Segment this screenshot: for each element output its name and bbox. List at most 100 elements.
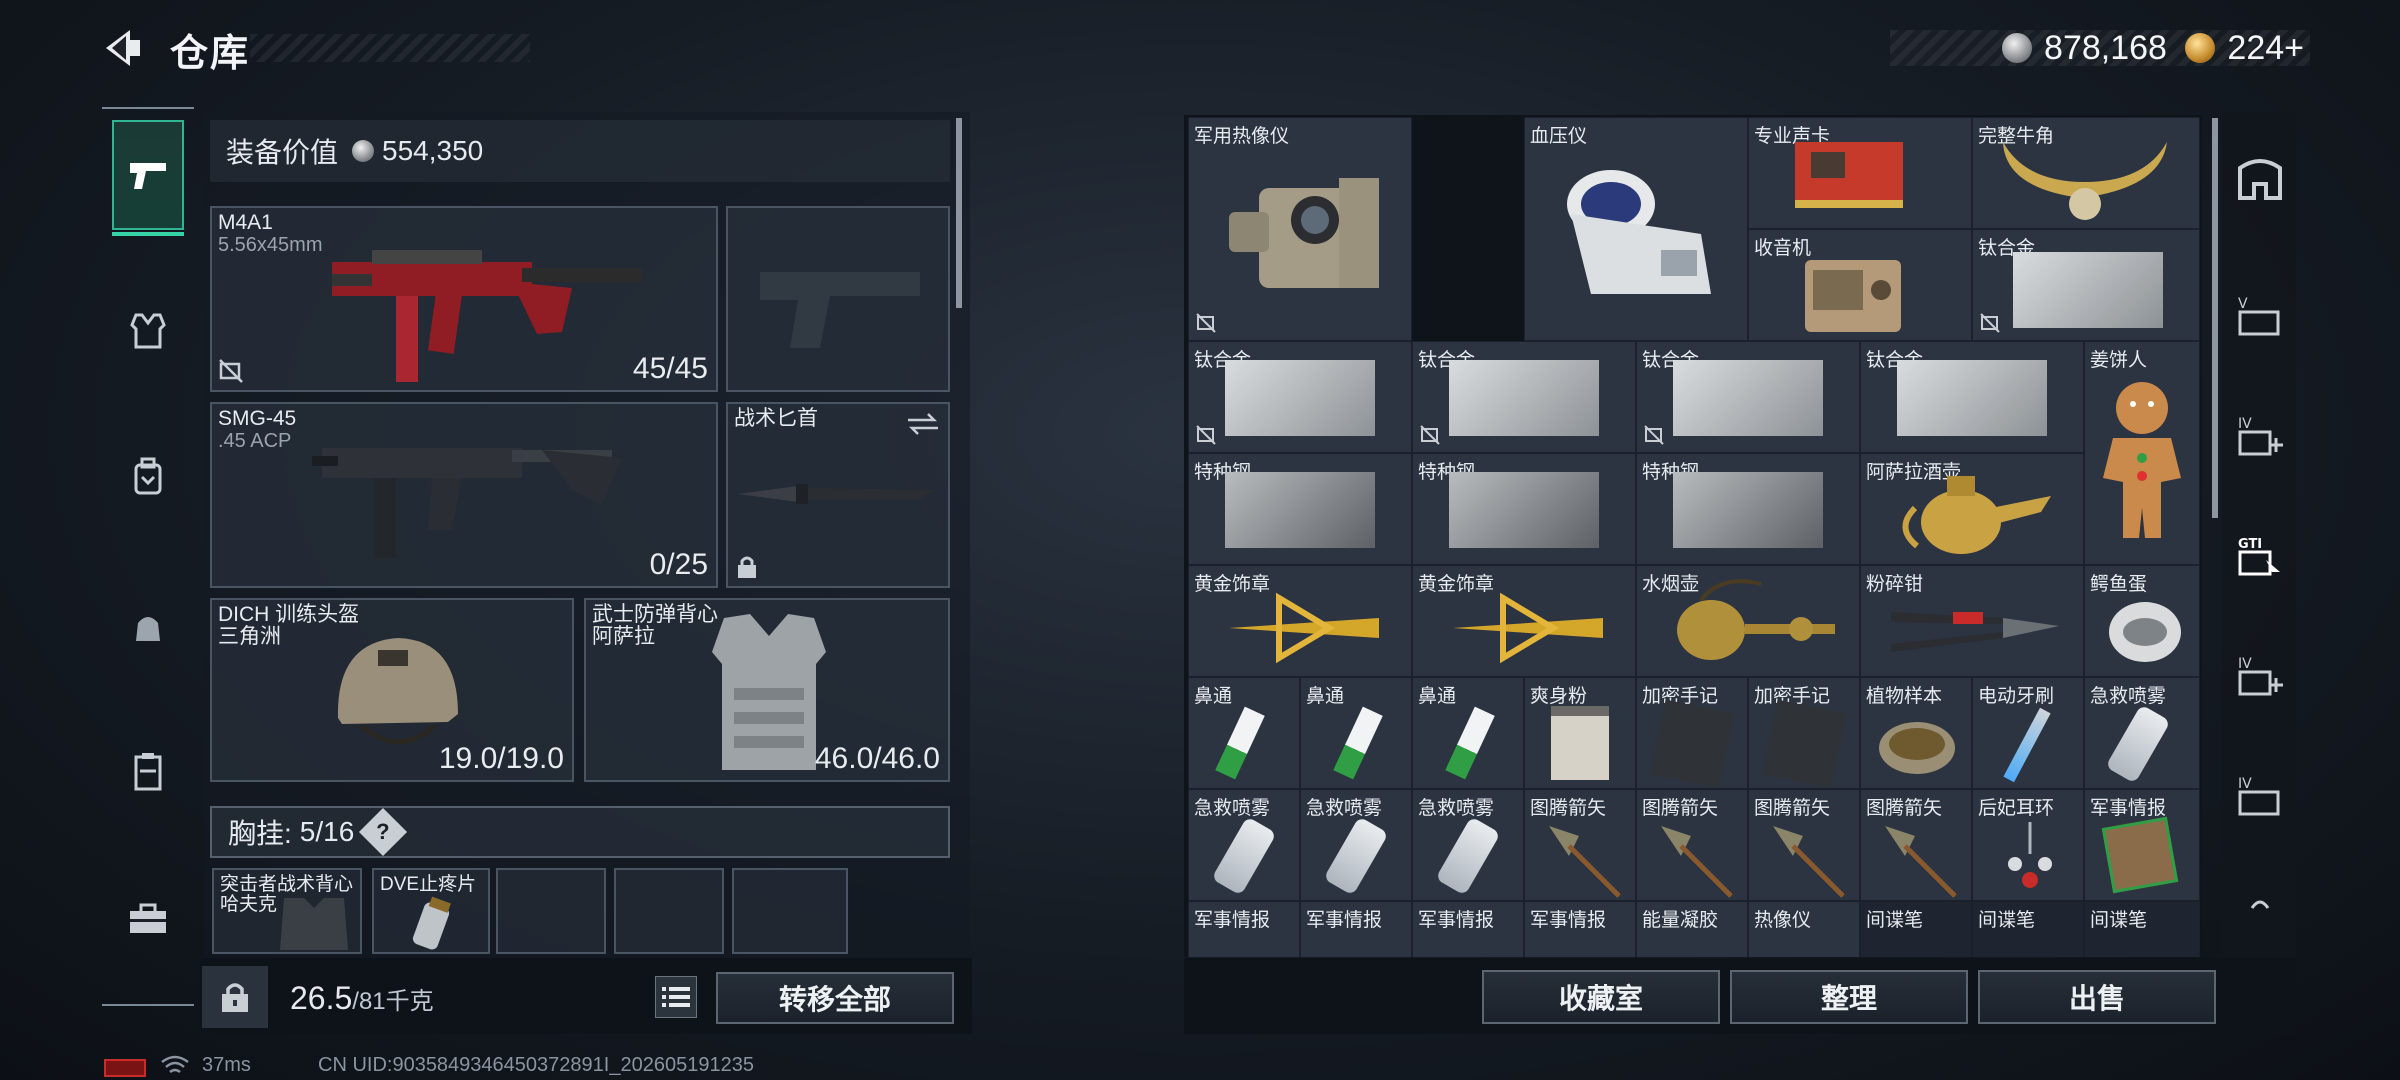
warehouse-scrollbar[interactable]: [2212, 118, 2218, 518]
grid-item[interactable]: 爽身粉: [1524, 677, 1636, 789]
grid-item[interactable]: 图腾箭矢: [1860, 789, 1972, 901]
grid-item[interactable]: 热像仪: [1748, 901, 1860, 957]
grid-item[interactable]: 军事情报: [1300, 901, 1412, 957]
nav-armor[interactable]: [112, 276, 184, 386]
grid-item[interactable]: 完整牛角: [1972, 117, 2200, 229]
pistol-icon: [130, 163, 166, 189]
slot-iv-icon[interactable]: IV: [2236, 772, 2284, 820]
grid-item[interactable]: 鼻通: [1412, 677, 1524, 789]
grid-item[interactable]: 植物样本: [1860, 677, 1972, 789]
sell-button[interactable]: 出售: [1978, 970, 2216, 1024]
nasal-inhaler-image: [1215, 706, 1265, 780]
primary-weapon-slot[interactable]: M4A1 5.56x45mm 45/45: [210, 206, 718, 392]
gold-currency[interactable]: 224+: [2184, 29, 2304, 68]
grid-item[interactable]: 专业声卡: [1748, 117, 1972, 229]
grid-item[interactable]: 鼻通: [1188, 677, 1300, 789]
grid-item[interactable]: 阿萨拉酒壶: [1860, 453, 2084, 565]
grid-item[interactable]: 间谍笔: [1860, 901, 1972, 957]
grid-item[interactable]: 特种钢: [1636, 453, 1860, 565]
grid-item[interactable]: 军事情报: [1412, 901, 1524, 957]
nav-pouch[interactable]: [112, 572, 184, 682]
grid-item[interactable]: 黄金饰章: [1188, 565, 1412, 677]
slot-iv-add-icon[interactable]: IV: [2236, 412, 2284, 460]
bolt-cutter-image: [1891, 612, 2059, 652]
weight-lock-button[interactable]: [202, 966, 268, 1028]
grid-item[interactable]: 间谍笔: [1972, 901, 2084, 957]
list-view-button[interactable]: [655, 976, 697, 1018]
grid-item[interactable]: 电动牙刷: [1972, 677, 2084, 789]
grid-item[interactable]: 图腾箭矢: [1748, 789, 1860, 901]
grid-item[interactable]: 血压仪: [1524, 117, 1748, 341]
item-label: 血压仪: [1530, 126, 1588, 147]
grid-item[interactable]: 加密手记: [1748, 677, 1860, 789]
secondary-weapon-slot[interactable]: SMG-45 .45 ACP 0/25: [210, 402, 718, 588]
knife-image: [738, 484, 934, 504]
rig-slot-3[interactable]: [496, 868, 606, 954]
grid-item[interactable]: 图腾箭矢: [1636, 789, 1748, 901]
equipment-scrollbar[interactable]: [956, 118, 962, 308]
grid-item[interactable]: 急救喷雾: [2084, 677, 2200, 789]
arrow-up-icon[interactable]: [2236, 892, 2284, 916]
armor-durability: 46.0/46.0: [814, 742, 940, 775]
armor-slot[interactable]: 武士防弹背心 阿萨拉 46.0/46.0: [584, 598, 950, 782]
rig-slot-4[interactable]: [614, 868, 724, 954]
melee-name: 战术匕首: [734, 407, 818, 430]
grid-item[interactable]: 鼻通: [1300, 677, 1412, 789]
grid-item[interactable]: 急救喷雾: [1188, 789, 1300, 901]
grid-item[interactable]: 急救喷雾: [1412, 789, 1524, 901]
grid-item[interactable]: 粉碎钳: [1860, 565, 2084, 677]
grid-item[interactable]: 钛合金: [1860, 341, 2084, 453]
notebook-image: [1761, 699, 1847, 789]
first-aid-spray-image: [1435, 816, 1501, 896]
no-insure-icon: [1980, 313, 2000, 333]
transfer-all-button[interactable]: 转移全部: [716, 972, 954, 1024]
grid-item[interactable]: 水烟壶: [1636, 565, 1860, 677]
silver-currency[interactable]: 878,168: [2001, 29, 2167, 68]
helmet-slot[interactable]: DICH 训练头盔 三角洲 19.0/19.0: [210, 598, 574, 782]
grid-item[interactable]: 加密手记: [1636, 677, 1748, 789]
gold-add-icon[interactable]: +: [2284, 29, 2304, 67]
toothbrush-image: [2003, 707, 2051, 783]
gti-icon[interactable]: GTI: [2236, 532, 2284, 580]
safe-box-icon[interactable]: [2236, 154, 2284, 202]
nav-backpack[interactable]: [112, 422, 184, 532]
grid-item[interactable]: 钛合金: [1412, 341, 1636, 453]
grid-item[interactable]: 特种钢: [1412, 453, 1636, 565]
grid-item[interactable]: 鳄鱼蛋: [2084, 565, 2200, 677]
grid-item[interactable]: 图腾箭矢: [1524, 789, 1636, 901]
grid-item[interactable]: 军事情报: [1188, 901, 1300, 957]
rig-slot-2[interactable]: DVE止疼片: [372, 868, 490, 954]
rig-slot-5[interactable]: [732, 868, 848, 954]
grid-item[interactable]: 军事情报: [2084, 789, 2200, 901]
grid-item[interactable]: 钛合金: [1188, 341, 1412, 453]
grid-item[interactable]: 特种钢: [1188, 453, 1412, 565]
collection-button[interactable]: 收藏室: [1482, 970, 1720, 1024]
grid-item[interactable]: 钛合金: [1972, 229, 2200, 341]
item-label: 爽身粉: [1530, 686, 1588, 707]
rig-slot-1[interactable]: 突击者战术背心 哈夫克: [212, 868, 362, 954]
grid-item[interactable]: 间谍笔: [2084, 901, 2200, 957]
ping-text: 37ms: [202, 1054, 251, 1076]
sort-button[interactable]: 整理: [1730, 970, 1968, 1024]
nav-container[interactable]: [112, 716, 184, 826]
slot-iv-add-icon-2[interactable]: IV: [2236, 652, 2284, 700]
croc-egg-image: [2109, 602, 2181, 662]
nav-toolbox[interactable]: [112, 864, 184, 974]
melee-slot[interactable]: 战术匕首: [726, 402, 950, 588]
back-arrow-icon[interactable]: [100, 26, 144, 70]
grid-item[interactable]: 钛合金: [1636, 341, 1860, 453]
nav-weapon[interactable]: [112, 120, 184, 236]
grid-item[interactable]: 后妃耳环: [1972, 789, 2084, 901]
grid-item[interactable]: 急救喷雾: [1300, 789, 1412, 901]
grid-item[interactable]: 军事情报: [1524, 901, 1636, 957]
grid-item[interactable]: 姜饼人: [2084, 341, 2200, 565]
grid-item[interactable]: 能量凝胶: [1636, 901, 1748, 957]
grid-item[interactable]: 收音机: [1748, 229, 1972, 341]
grid-item[interactable]: 军用热像仪: [1188, 117, 1412, 341]
grid-item[interactable]: 黄金饰章: [1412, 565, 1636, 677]
help-icon[interactable]: ?: [359, 807, 408, 857]
swap-icon[interactable]: [906, 412, 940, 436]
slot-v-icon[interactable]: V: [2236, 292, 2284, 340]
pistol-slot[interactable]: [726, 206, 950, 392]
helmet-sub: 三角洲: [218, 625, 281, 648]
